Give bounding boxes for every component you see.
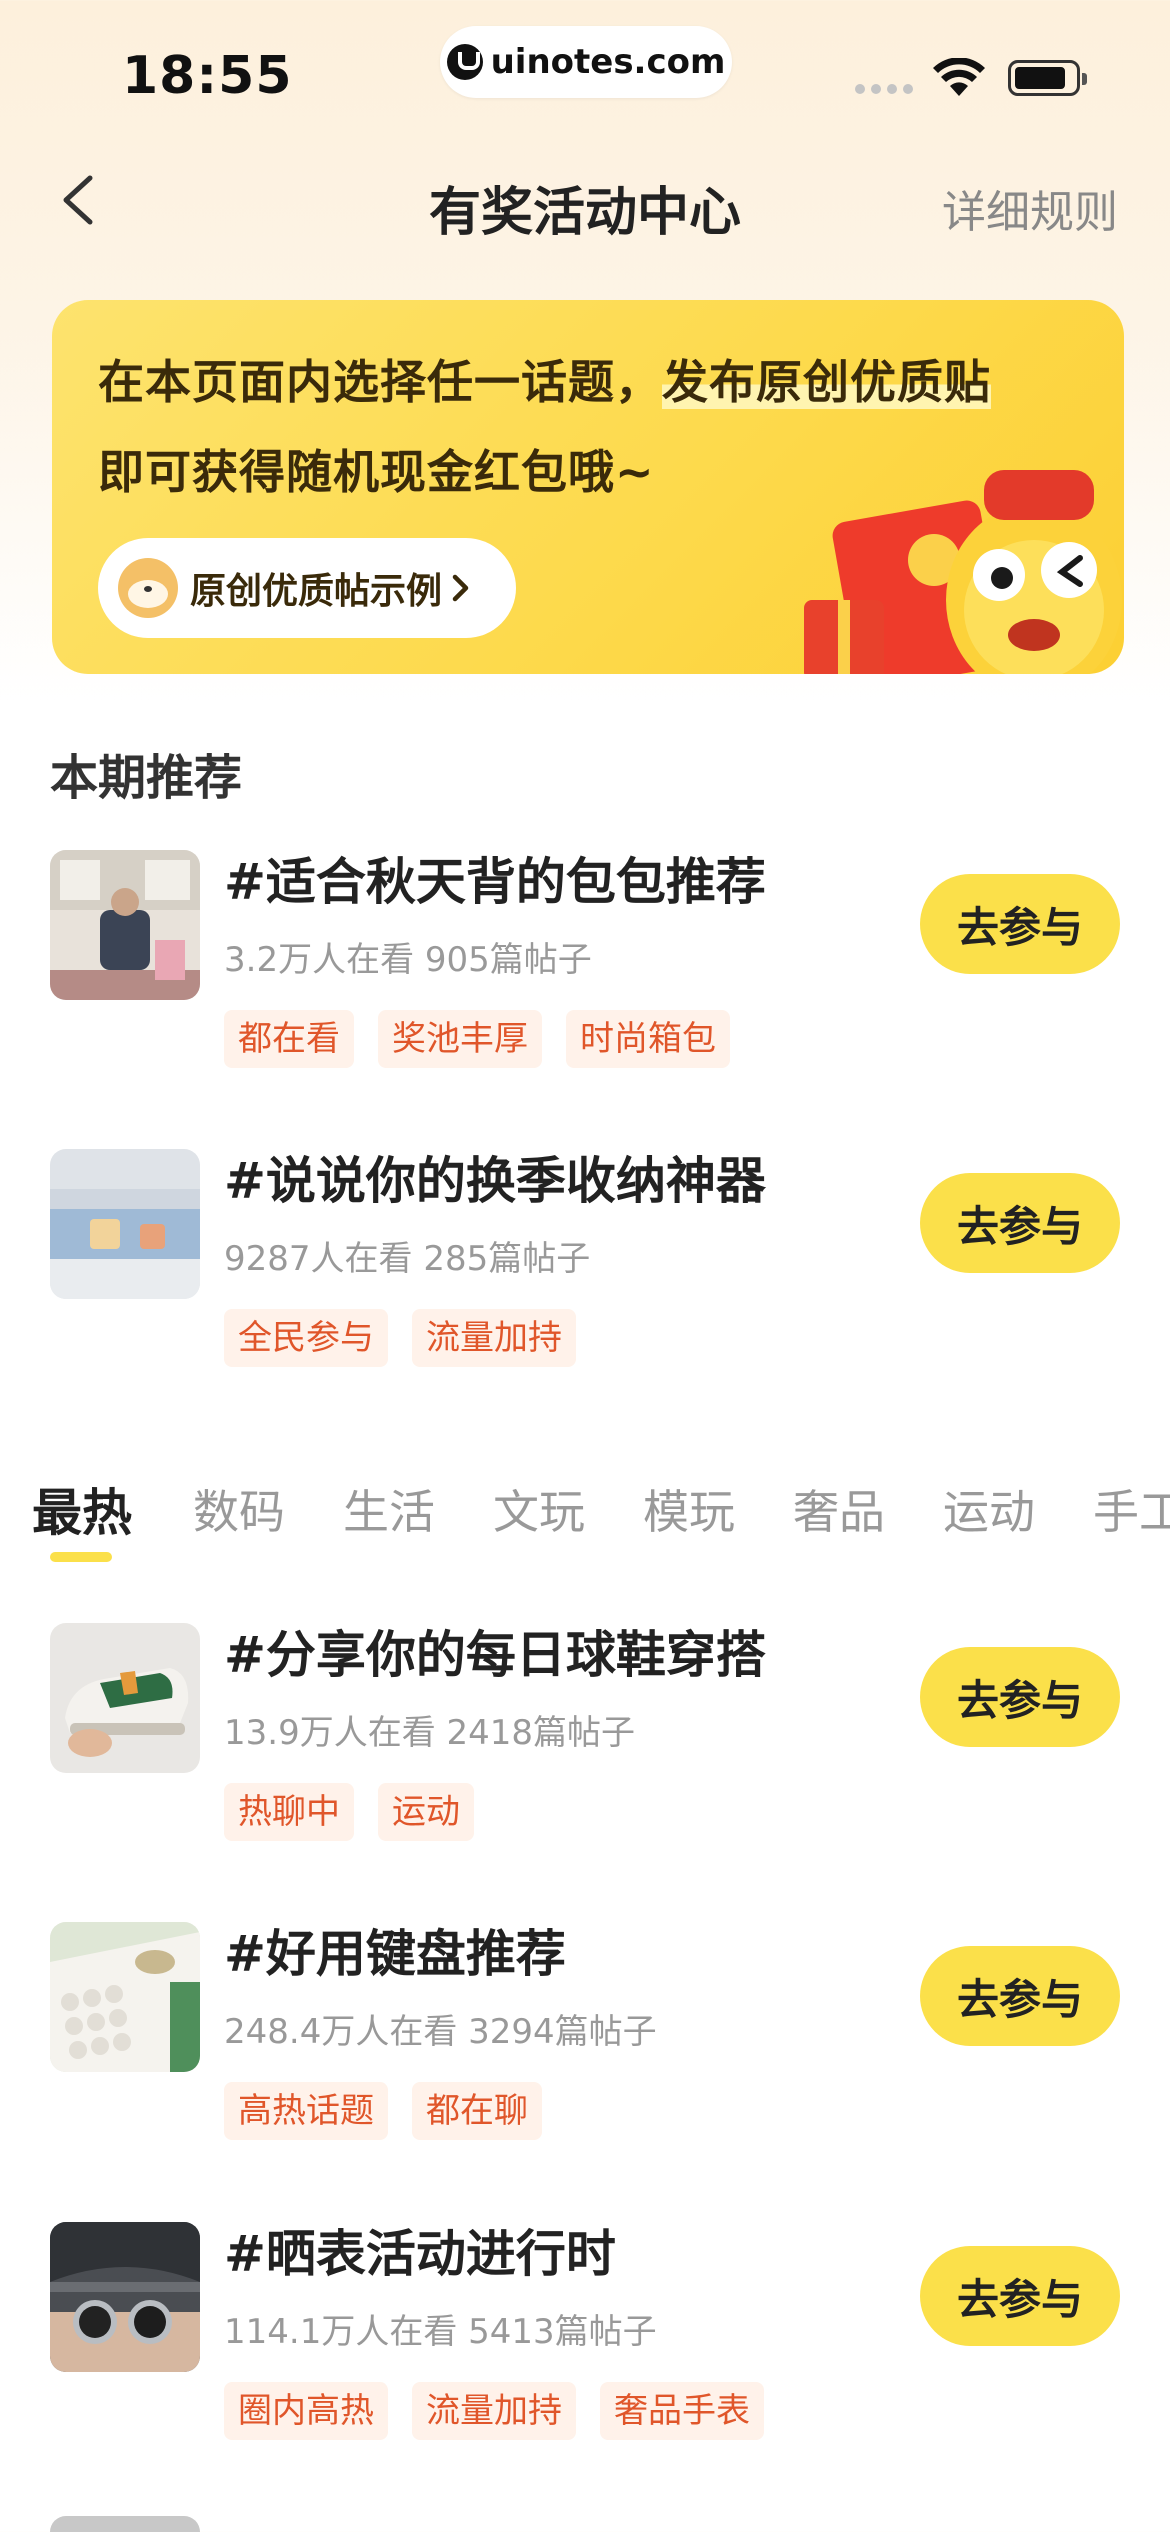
join-button[interactable]: 去参与 [920,2246,1120,2346]
hot-topic-row[interactable]: #分享你的每日球鞋穿搭 13.9万人在看 2418篇帖子 热聊中 运动 去参与 [0,1623,1170,1873]
topic-title: #说说你的换季收纳神器 [224,1152,766,1210]
tab-collectibles[interactable]: 文玩 [493,1476,585,1542]
topic-tag: 圈内高热 [224,2382,388,2440]
tab-life[interactable]: 生活 [343,1476,435,1542]
topic-tags: 热聊中 运动 [224,1783,474,1841]
banner-line-1: 在本页面内选择任一话题，发布原创优质贴 [98,346,991,412]
tab-hot[interactable]: 最热 [32,1473,132,1545]
topic-tag: 时尚箱包 [566,1010,730,1068]
topic-thumbnail [50,1149,200,1299]
featured-topic-row[interactable]: #适合秋天背的包包推荐 3.2万人在看 905篇帖子 都在看 奖池丰厚 时尚箱包… [0,850,1170,1100]
site-logo-icon [446,44,483,80]
topic-tag: 运动 [378,1783,474,1841]
topic-stats: 13.9万人在看 2418篇帖子 [224,1713,636,1753]
nav-bar: 有奖活动中心 详细规则 [0,150,1170,250]
join-button[interactable]: 去参与 [920,1647,1120,1747]
topic-tag: 都在看 [224,1010,354,1068]
hot-topic-row[interactable]: #好用键盘推荐 248.4万人在看 3294篇帖子 高热话题 都在聊 去参与 [0,1922,1170,2172]
section-title-featured: 本期推荐 [50,750,243,806]
chevron-right-icon [452,574,469,602]
topic-thumbnail [50,850,200,1000]
topic-tags: 都在看 奖池丰厚 时尚箱包 [224,1010,730,1068]
tab-luxury[interactable]: 奢品 [793,1476,885,1542]
topic-tag: 奖池丰厚 [378,1010,542,1068]
example-post-label: 原创优质帖示例 [190,571,443,612]
status-bar: 18:55 uinotes.com [0,0,1170,140]
topic-stats: 9287人在看 285篇帖子 [224,1239,591,1279]
banner-line-1-highlight: 发布原创优质贴 [662,355,991,409]
rules-link[interactable]: 详细规则 [942,176,1118,240]
topic-tag: 都在聊 [412,2082,542,2140]
doge-avatar-icon [118,558,178,618]
category-tabs: 最热 数码 生活 文玩 模玩 奢品 运动 手工 [0,1476,1170,1576]
url-pill[interactable]: uinotes.com [440,26,732,98]
tab-handmade[interactable]: 手工 [1093,1476,1170,1542]
tab-digital[interactable]: 数码 [193,1476,285,1542]
topic-title: #分享你的每日球鞋穿搭 [224,1626,766,1684]
topic-stats: 248.4万人在看 3294篇帖子 [224,2012,657,2052]
tab-sports[interactable]: 运动 [943,1476,1035,1542]
join-button[interactable]: 去参与 [920,874,1120,974]
tab-models[interactable]: 模玩 [643,1476,735,1542]
topic-title: #好用键盘推荐 [224,1925,566,1983]
topic-title: #晒表活动进行时 [224,2225,616,2283]
topic-tag: 热聊中 [224,1783,354,1841]
mascot-red-envelope-illustration [804,470,1122,674]
topic-thumbnail [50,1922,200,2072]
topic-tag: 流量加持 [412,1309,576,1367]
status-time: 18:55 [122,46,293,106]
active-tab-indicator [50,1552,112,1562]
battery-icon [1008,60,1087,96]
topic-tags: 高热话题 都在聊 [224,2082,542,2140]
join-button[interactable]: 去参与 [920,1173,1120,1273]
topic-title: #适合秋天背的包包推荐 [224,853,766,911]
topic-tag: 奢品手表 [600,2382,764,2440]
hot-topic-row[interactable]: #晒表活动进行时 114.1万人在看 5413篇帖子 圈内高热 流量加持 奢品手… [0,2222,1170,2472]
wifi-icon [933,58,985,96]
cellular-signal-icon [855,84,913,94]
banner-line-2: 即可获得随机现金红包哦~ [98,445,655,499]
topic-stats: 3.2万人在看 905篇帖子 [224,940,592,980]
url-text: uinotes.com [490,42,726,82]
topic-tags: 全民参与 流量加持 [224,1309,576,1367]
topic-tag: 全民参与 [224,1309,388,1367]
banner-line-1-plain: 在本页面内选择任一话题， [98,355,662,409]
featured-topic-row[interactable]: #说说你的换季收纳神器 9287人在看 285篇帖子 全民参与 流量加持 去参与 [0,1149,1170,1399]
topic-thumbnail [50,1623,200,1773]
promo-banner: 在本页面内选择任一话题，发布原创优质贴 即可获得随机现金红包哦~ 原创优质帖示例 [52,300,1124,674]
next-topic-thumbnail-peek [50,2516,200,2532]
topic-thumbnail [50,2222,200,2372]
topic-stats: 114.1万人在看 5413篇帖子 [224,2312,657,2352]
example-post-button[interactable]: 原创优质帖示例 [98,538,516,638]
topic-tag: 高热话题 [224,2082,388,2140]
join-button[interactable]: 去参与 [920,1946,1120,2046]
topic-tag: 流量加持 [412,2382,576,2440]
topic-tags: 圈内高热 流量加持 奢品手表 [224,2382,764,2440]
